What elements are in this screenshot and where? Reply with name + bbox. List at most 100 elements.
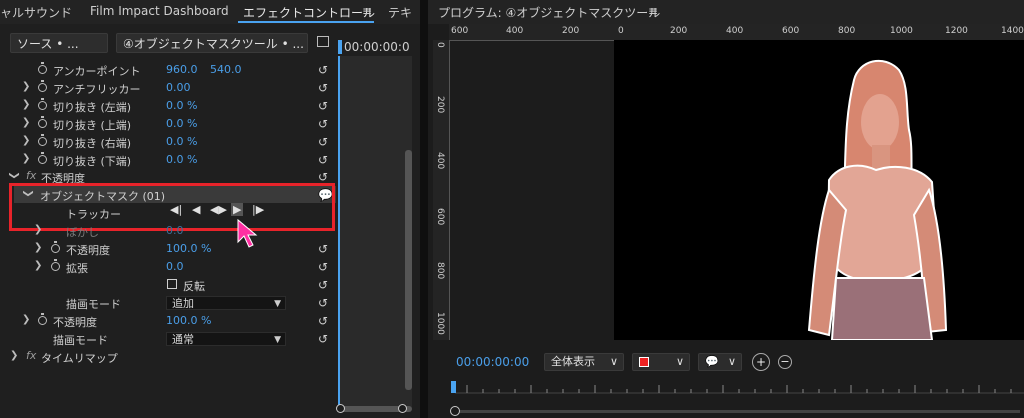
row-crop-left: ❯ 切り抜き (左端) 0.0 % ↺ xyxy=(0,97,338,115)
crop-top-value[interactable]: 0.0 % xyxy=(166,117,197,130)
zoom-handle-left[interactable] xyxy=(336,404,345,413)
crop-left-value[interactable]: 0.0 % xyxy=(166,99,197,112)
anchor-y-value[interactable]: 540.0 xyxy=(210,63,242,76)
left-tab-bar: ャルサウンド Film Impact Dashboard エフェクトコントロール… xyxy=(0,0,420,24)
expansion-value[interactable]: 0.0 xyxy=(166,260,184,273)
tab-film-impact[interactable]: Film Impact Dashboard xyxy=(90,4,229,18)
stopwatch-icon[interactable] xyxy=(38,80,47,92)
reset-icon[interactable]: ↺ xyxy=(318,314,328,328)
reset-icon[interactable]: ↺ xyxy=(318,153,328,167)
program-monitor-title[interactable]: プログラム: ④オブジェクトマスクツール xyxy=(438,4,660,21)
program-menu-icon[interactable]: ≡ xyxy=(648,4,658,18)
remove-marker-icon[interactable]: − xyxy=(778,355,792,369)
fx-icon[interactable]: fx xyxy=(26,349,36,362)
add-marker-icon[interactable]: + xyxy=(752,353,770,371)
row-time-remap: ❯ fx タイムリマップ xyxy=(0,348,338,366)
stopwatch-icon[interactable] xyxy=(38,62,47,74)
chevron-right-icon[interactable]: ❯ xyxy=(22,81,30,92)
antiflicker-value[interactable]: 0.00 xyxy=(166,81,191,94)
row-antiflicker: ❯ アンチフリッカー 0.00 ↺ xyxy=(0,79,338,97)
chevron-right-icon[interactable]: ❯ xyxy=(22,135,30,146)
invert-checkbox[interactable] xyxy=(167,279,177,289)
program-timecode[interactable]: 00:00:00:00 xyxy=(456,355,529,369)
blend-mode-2-select[interactable]: 通常 ▼ xyxy=(166,332,286,346)
chevron-right-icon[interactable]: ❯ xyxy=(34,260,42,271)
reset-icon[interactable]: ↺ xyxy=(318,278,328,292)
opacity-value[interactable]: 100.0 % xyxy=(166,314,211,327)
chevron-right-icon[interactable]: ❯ xyxy=(22,117,30,128)
fit-zoom-select[interactable]: 全体表示 ∨ xyxy=(544,353,624,371)
crop-left-label: 切り抜き (左端) xyxy=(53,101,132,114)
chevron-right-icon[interactable]: ❯ xyxy=(22,99,30,110)
source-clip-button[interactable]: ソース • ... xyxy=(10,33,108,53)
fx-icon[interactable]: fx xyxy=(26,169,36,182)
anchor-label: アンカーポイント xyxy=(53,65,141,78)
program-video-canvas[interactable] xyxy=(614,40,1024,341)
effect-timeline[interactable] xyxy=(338,56,412,408)
ruler-tick: 1200 xyxy=(945,26,968,36)
reset-icon[interactable]: ↺ xyxy=(318,99,328,113)
program-playhead[interactable] xyxy=(451,381,456,393)
stopwatch-icon[interactable] xyxy=(51,241,60,253)
stopwatch-icon[interactable] xyxy=(38,116,47,128)
active-tab-indicator xyxy=(238,21,374,23)
tab-menu-icon[interactable]: ≡ xyxy=(362,4,372,18)
ruler-tick: 200 xyxy=(435,96,445,114)
reset-icon[interactable]: ↺ xyxy=(318,260,328,274)
row-crop-top: ❯ 切り抜き (上端) 0.0 % ↺ xyxy=(0,115,338,133)
program-zoom-handle[interactable] xyxy=(450,406,460,416)
blend-mode-select[interactable]: 追加 ▼ xyxy=(166,296,286,310)
reset-icon[interactable]: ↺ xyxy=(318,170,328,184)
tab-text[interactable]: テキ xyxy=(388,4,412,21)
masked-person-image xyxy=(807,60,948,341)
timeline-timecode: 00:00:00:0 xyxy=(338,40,412,56)
chevron-right-icon[interactable]: ❯ xyxy=(10,350,18,361)
panel-toggle-icon[interactable] xyxy=(317,36,329,47)
row-anchor-point: アンカーポイント 960.0 540.0 ↺ xyxy=(0,61,338,79)
tab-essential-sound[interactable]: ャルサウンド xyxy=(0,4,72,21)
program-zoom-track[interactable] xyxy=(460,410,1020,413)
crop-right-value[interactable]: 0.0 % xyxy=(166,135,197,148)
reset-icon[interactable]: ↺ xyxy=(318,117,328,131)
reset-icon[interactable]: ↺ xyxy=(318,81,328,95)
chevron-right-icon[interactable]: ❯ xyxy=(34,242,42,253)
ruler-tick: 600 xyxy=(435,208,445,226)
speech-bubble-icon: 💬 xyxy=(705,355,719,368)
reset-icon[interactable]: ↺ xyxy=(318,242,328,256)
reset-icon[interactable]: ↺ xyxy=(318,296,328,310)
comment-select[interactable]: 💬 ∨ xyxy=(698,353,742,371)
stopwatch-icon[interactable] xyxy=(38,152,47,164)
crop-top-label: 切り抜き (上端) xyxy=(53,119,132,132)
chevron-right-icon[interactable]: ❯ xyxy=(22,314,30,325)
sequence-clip-button[interactable]: ④オブジェクトマスクツール • ... xyxy=(116,33,308,53)
zoom-handle-right[interactable] xyxy=(398,404,407,413)
feather-value[interactable]: 0.0 xyxy=(166,224,184,237)
ruler-tick: 0 xyxy=(435,42,445,48)
mask-opacity-value[interactable]: 100.0 % xyxy=(166,242,211,255)
ruler-tick: 400 xyxy=(506,26,524,36)
chevron-right-icon[interactable]: ❯ xyxy=(22,153,30,164)
scrubber-ticks xyxy=(455,385,1024,394)
ruler-tick: 1000 xyxy=(435,312,445,335)
row-mask-feather: ❯ ぼかし 0.0 xyxy=(0,222,338,240)
tab-effect-controls[interactable]: エフェクトコントロール xyxy=(243,4,375,21)
stopwatch-icon[interactable] xyxy=(38,313,47,325)
stopwatch-icon[interactable] xyxy=(51,259,60,271)
reset-icon[interactable]: ↺ xyxy=(318,135,328,149)
chevron-down-icon[interactable]: ❯ xyxy=(9,171,20,179)
program-scrubber[interactable] xyxy=(455,383,1024,397)
stopwatch-icon[interactable] xyxy=(38,134,47,146)
ruler-tick: 800 xyxy=(435,262,445,280)
chevron-right-icon[interactable]: ❯ xyxy=(34,224,42,235)
anchor-x-value[interactable]: 960.0 xyxy=(166,63,198,76)
vertical-scrollbar[interactable] xyxy=(405,150,412,390)
record-select[interactable]: ∨ xyxy=(632,353,690,371)
stopwatch-icon[interactable] xyxy=(38,98,47,110)
panel-divider[interactable] xyxy=(420,0,428,418)
row-invert: 反転 ↺ xyxy=(0,276,338,294)
crop-bottom-value[interactable]: 0.0 % xyxy=(166,153,197,166)
reset-icon[interactable]: ↺ xyxy=(318,63,328,77)
reset-icon[interactable]: ↺ xyxy=(318,332,328,346)
playhead-line xyxy=(338,56,340,408)
opacity-label: 不透明度 xyxy=(53,316,97,329)
